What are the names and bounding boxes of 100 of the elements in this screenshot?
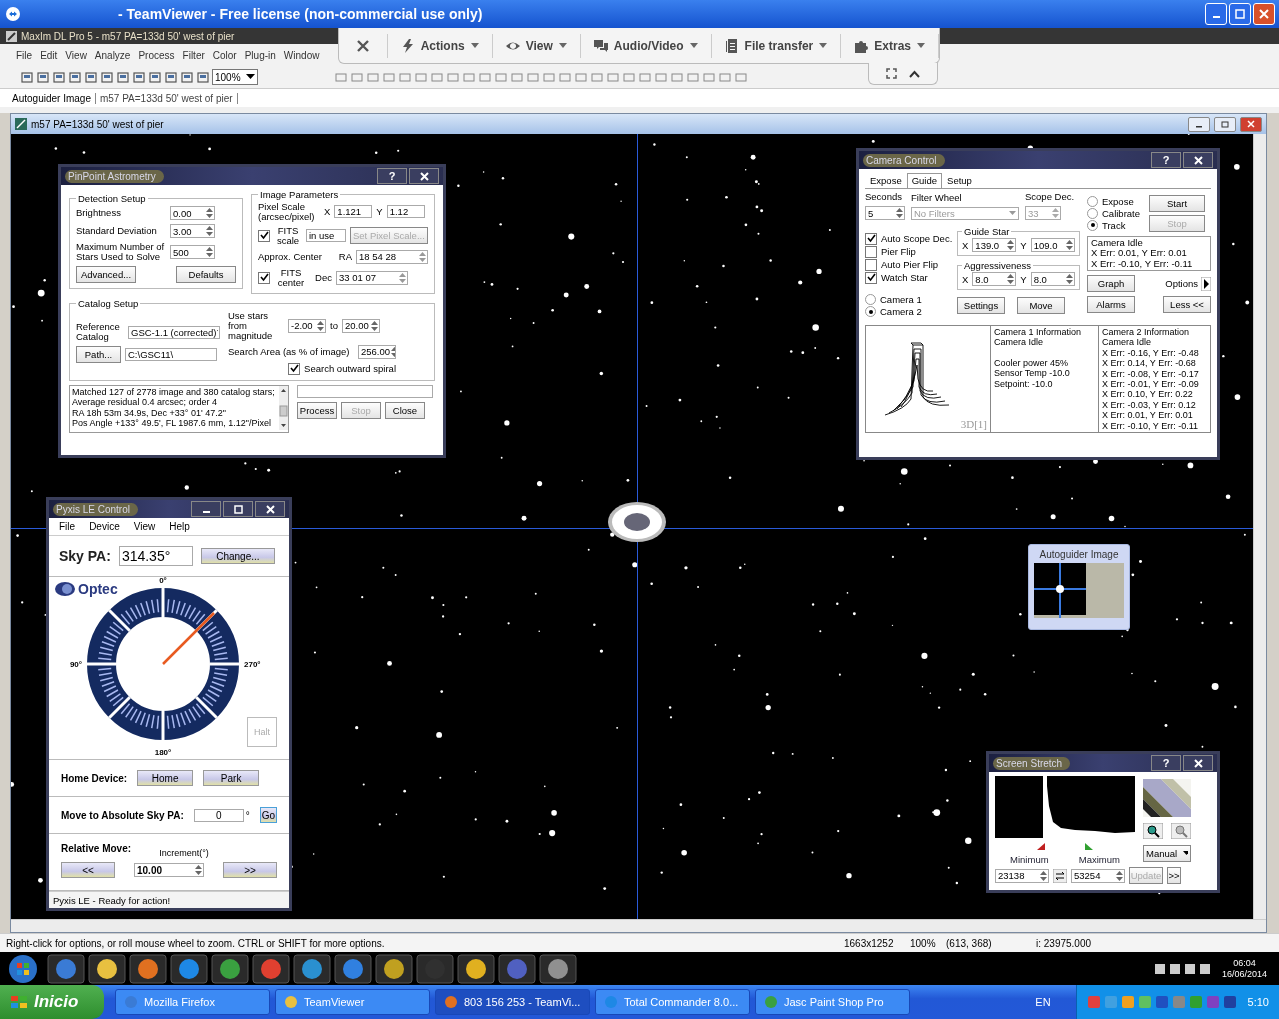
app-icon[interactable] <box>211 953 249 984</box>
spin-field[interactable]: 139.0 <box>972 238 1017 252</box>
dialog-button[interactable]: Home <box>137 770 194 786</box>
checkbox[interactable] <box>865 232 877 245</box>
checkbox[interactable] <box>288 362 301 375</box>
menu-item[interactable]: Edit <box>36 49 62 61</box>
toolbar-icon[interactable] <box>20 70 34 84</box>
toolbar-menu-button[interactable]: Actions <box>387 33 493 58</box>
tray-icon[interactable] <box>1153 962 1166 975</box>
close-button[interactable] <box>409 168 439 184</box>
app-icon[interactable] <box>170 953 208 984</box>
toolbar-icon[interactable] <box>196 70 210 84</box>
spin-field[interactable]: 5 <box>865 206 905 220</box>
help-button[interactable]: ? <box>377 168 407 184</box>
radio-button[interactable] <box>1087 207 1098 219</box>
radio-button[interactable] <box>865 294 876 305</box>
toolbar-menu-button[interactable]: View <box>492 33 581 58</box>
spin-field[interactable]: 8.0 <box>1030 272 1075 286</box>
tab[interactable]: Expose <box>865 173 907 188</box>
taskbar-button[interactable]: 803 156 253 - TeamVi... <box>435 989 590 1015</box>
text-field[interactable]: 1.12 <box>386 205 425 219</box>
spin-field[interactable]: 3.00 <box>170 224 215 239</box>
app-icon[interactable] <box>129 953 167 984</box>
toolbar-menu-button[interactable]: Extras <box>841 33 939 58</box>
swap-icon[interactable] <box>1053 868 1067 883</box>
document-tab[interactable]: m57 PA=133d 50' west of pier <box>95 92 238 104</box>
restore-button[interactable] <box>1214 116 1236 132</box>
app-icon[interactable] <box>88 953 126 984</box>
text-field[interactable]: in use <box>306 229 346 243</box>
scrollbar[interactable] <box>11 919 1266 932</box>
toolbar-icon[interactable] <box>148 70 162 84</box>
menu-item[interactable]: Plug-in <box>240 49 280 61</box>
spin-field[interactable]: 33 01 07 <box>336 270 408 285</box>
rotate-forward-button[interactable]: >> <box>223 862 277 878</box>
move-button[interactable]: Move <box>1017 297 1065 314</box>
spin-field[interactable]: 18 54 28 <box>356 249 428 264</box>
language-indicator[interactable]: EN <box>1035 996 1051 1008</box>
menu-item[interactable]: Window <box>279 49 324 61</box>
menu-item[interactable]: Analyze <box>90 49 135 61</box>
spin-field[interactable]: 53254 <box>1071 868 1125 883</box>
alarms-button[interactable]: Alarms <box>1087 296 1135 314</box>
toolbar-icon[interactable] <box>116 70 130 84</box>
toolbar-icon[interactable] <box>164 70 178 84</box>
toolbar-icon[interactable] <box>68 70 82 84</box>
close-button[interactable] <box>255 501 285 517</box>
mode-dropdown[interactable]: Manual <box>1143 845 1191 862</box>
help-button[interactable]: ? <box>1151 755 1181 771</box>
app-icon[interactable] <box>539 953 577 984</box>
spin-field[interactable]: 0.00 <box>170 206 215 221</box>
text-field[interactable]: C:\GSC11\ <box>125 348 217 362</box>
graph-button[interactable]: Graph <box>1087 275 1135 293</box>
spin-field[interactable]: 20.00 <box>341 318 380 333</box>
minimize-button[interactable] <box>191 501 221 517</box>
dialog-button[interactable]: Park <box>203 770 260 786</box>
menu-item[interactable]: Filter <box>178 49 209 61</box>
toolbar-menu-button[interactable]: Audio/Video <box>580 33 712 58</box>
zoom-dropdown[interactable]: 100% <box>212 69 258 85</box>
toolbar-icon[interactable] <box>180 70 194 84</box>
menu-item[interactable]: Device <box>89 521 120 532</box>
toolbar-icon[interactable] <box>36 70 50 84</box>
dialog-button[interactable]: Close <box>385 401 425 419</box>
menu-item[interactable]: File <box>12 49 37 61</box>
dialog-button[interactable]: Defaults <box>176 266 236 284</box>
toolbar-icon[interactable] <box>100 70 114 84</box>
app-icon[interactable] <box>293 953 331 984</box>
radio-button[interactable] <box>1087 195 1098 207</box>
checkbox[interactable] <box>865 258 877 271</box>
close-button[interactable] <box>1240 116 1262 132</box>
help-button[interactable]: ? <box>1151 152 1181 168</box>
app-icon[interactable] <box>47 953 85 984</box>
tab[interactable]: Setup <box>942 173 977 188</box>
text-field[interactable]: 0 <box>193 808 244 822</box>
zoom-in-icon[interactable] <box>1143 823 1163 839</box>
scrollbar[interactable] <box>1253 134 1266 919</box>
menu-item[interactable]: View <box>133 521 156 532</box>
tray-icon[interactable] <box>1168 962 1181 975</box>
spin-field[interactable]: 256.00 <box>358 344 396 359</box>
spin-field[interactable]: -2.00 <box>288 318 326 333</box>
fullscreen-icon[interactable] <box>886 68 897 79</box>
tab[interactable]: Guide <box>906 173 943 188</box>
close-button[interactable] <box>1183 152 1213 168</box>
collapse-icon[interactable] <box>909 69 920 78</box>
checkbox[interactable] <box>865 271 877 284</box>
dialog-button[interactable]: Advanced... <box>76 266 136 284</box>
checkbox[interactable] <box>258 229 270 242</box>
start-orb-icon[interactable] <box>8 953 38 984</box>
spin-field[interactable]: 500 <box>170 245 215 260</box>
menu-item[interactable]: Color <box>208 49 241 61</box>
app-icon[interactable] <box>457 953 495 984</box>
settings-button[interactable]: Settings <box>957 297 1005 314</box>
expand-button[interactable]: >> <box>1167 867 1181 884</box>
toolbar-icon[interactable] <box>52 70 66 84</box>
zoom-out-icon[interactable] <box>1171 823 1191 839</box>
rotate-back-button[interactable]: << <box>61 862 115 878</box>
toolbar-icon[interactable] <box>84 70 98 84</box>
document-tab[interactable]: Autoguider Image <box>8 92 96 104</box>
menu-item[interactable]: Help <box>169 521 190 532</box>
go-button[interactable]: Go <box>259 807 277 823</box>
maximize-button[interactable] <box>223 501 253 517</box>
checkbox[interactable] <box>865 245 877 258</box>
